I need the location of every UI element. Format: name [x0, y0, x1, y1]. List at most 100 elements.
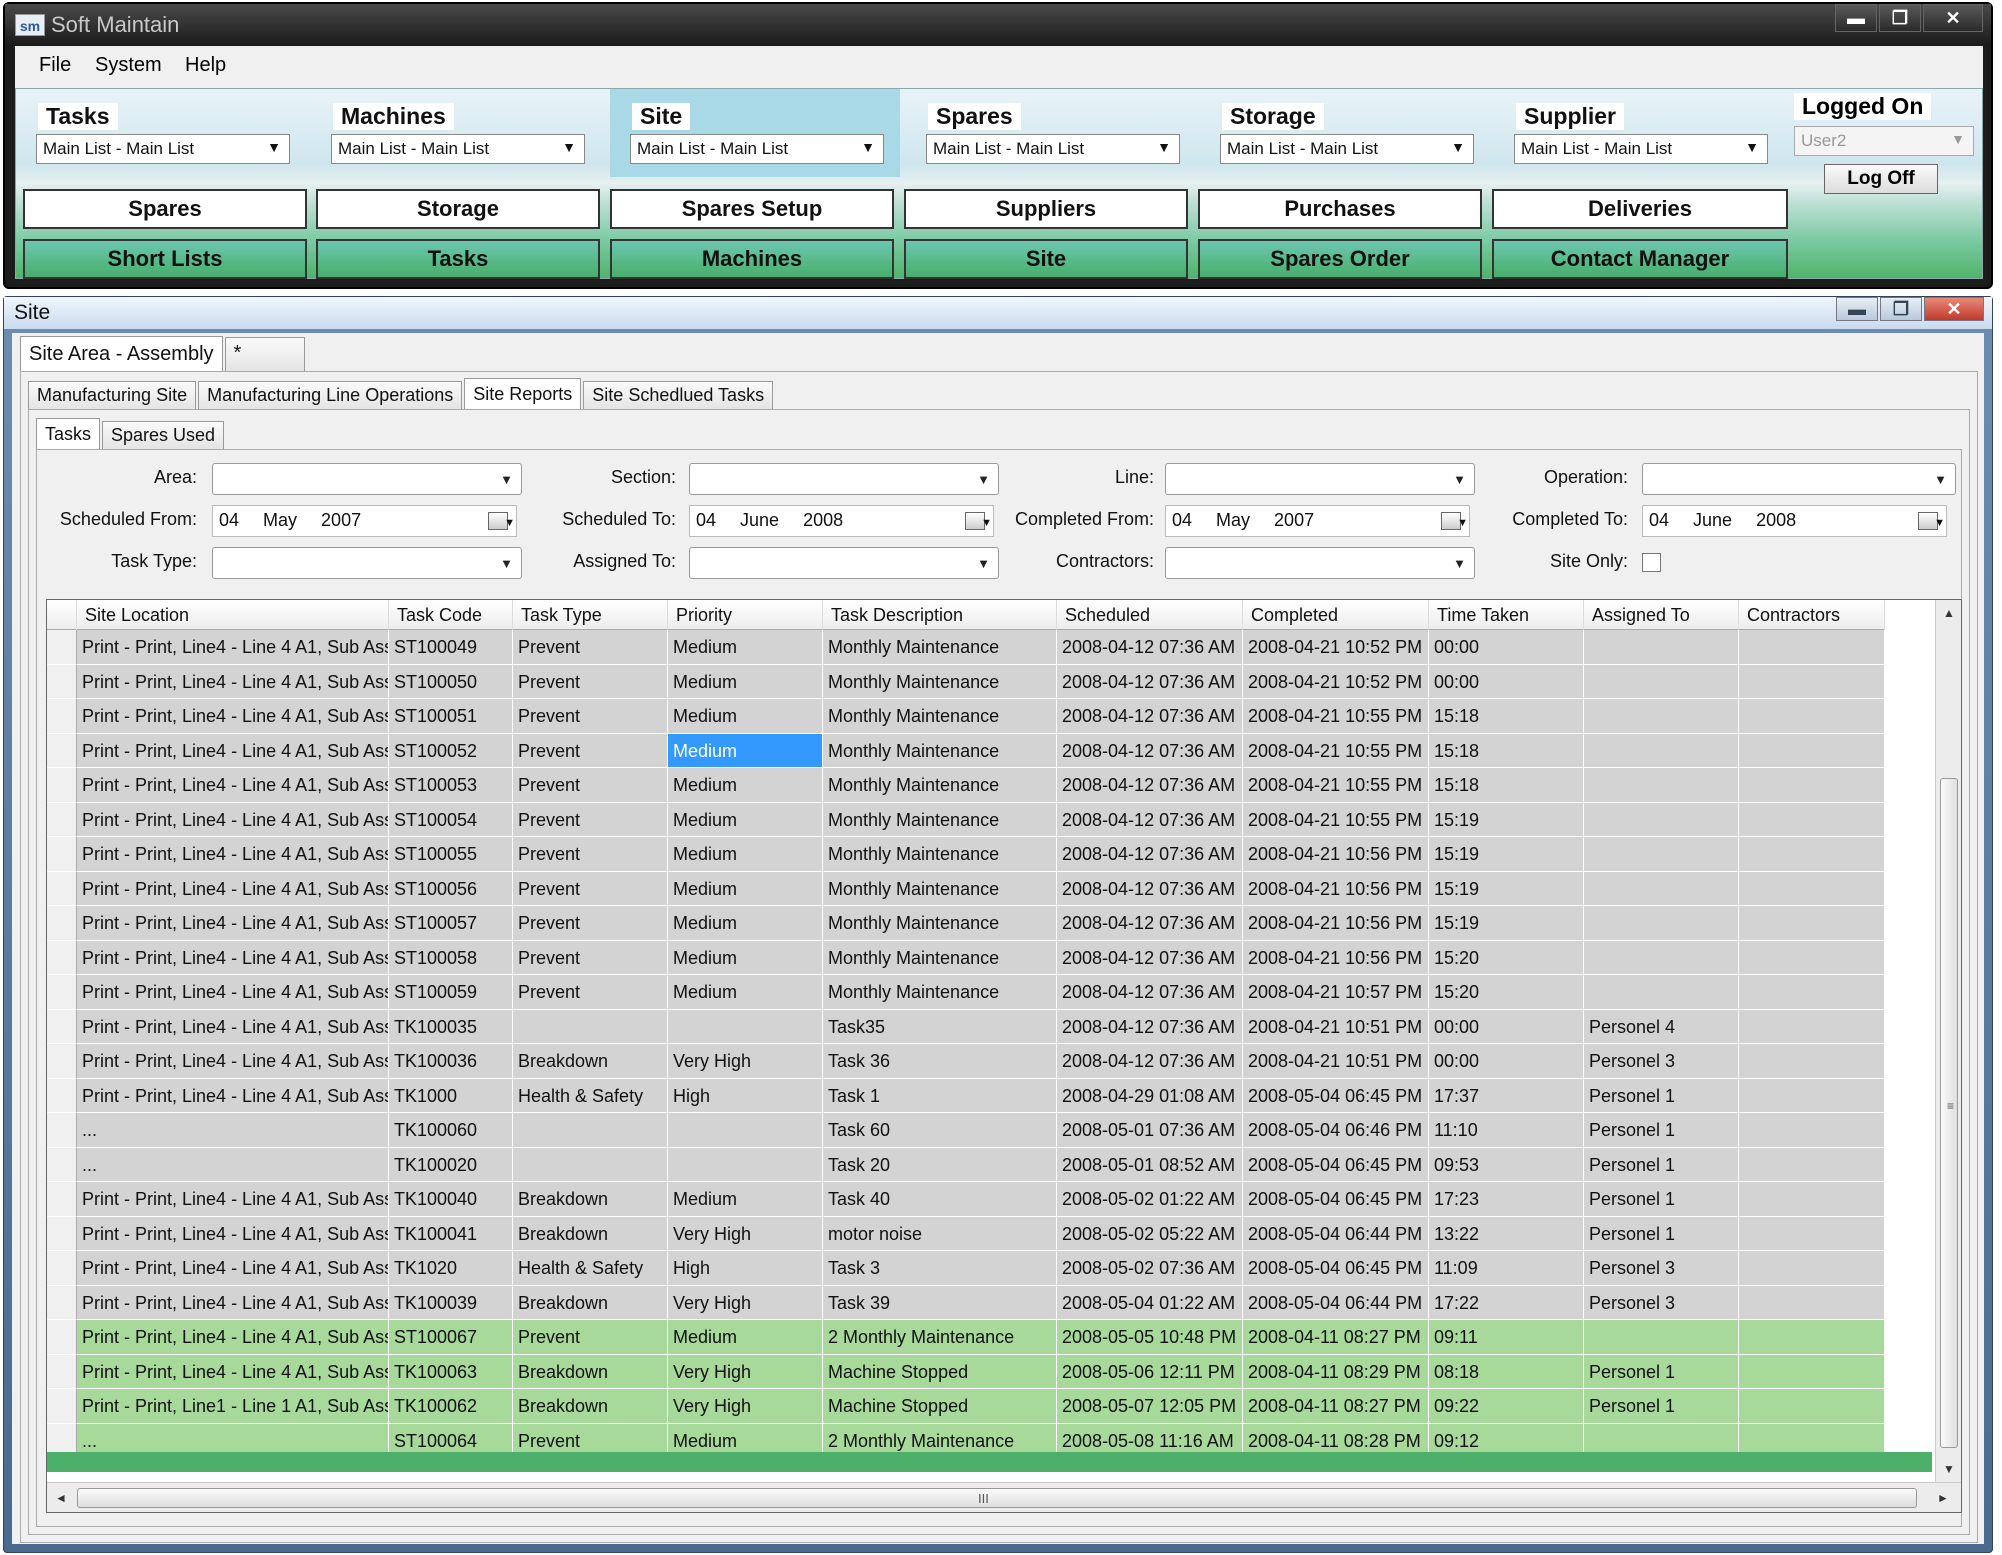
grid-cell[interactable]: Very High	[668, 1354, 823, 1389]
grid-cell[interactable]: 2008-04-12 07:36 AM	[1057, 699, 1243, 734]
grid-cell[interactable]: Prevent	[513, 940, 668, 975]
completed-from-datepicker[interactable]: 04 May 2007 ▼	[1165, 505, 1470, 537]
grid-cell[interactable]: Monthly Maintenance	[823, 768, 1057, 803]
grid-cell[interactable]: Monthly Maintenance	[823, 733, 1057, 768]
grid-cell[interactable]	[1584, 802, 1739, 837]
grid-cell[interactable]: 15:18	[1429, 768, 1584, 803]
grid-cell[interactable]: Medium	[668, 940, 823, 975]
table-row[interactable]: Print - Print, Line4 - Line 4 A1, Sub As…	[47, 699, 1885, 734]
calendar-icon[interactable]: ▼	[1918, 512, 1945, 530]
grid-cell[interactable]: 15:19	[1429, 906, 1584, 941]
grid-cell[interactable]: 2008-04-21 10:56 PM	[1243, 906, 1429, 941]
grid-cell[interactable]: Task 40	[823, 1182, 1057, 1217]
grid-cell[interactable]: 2008-04-21 10:56 PM	[1243, 837, 1429, 872]
grid-cell[interactable]: Machine Stopped	[823, 1354, 1057, 1389]
grid-cell[interactable]: Personel 1	[1584, 1182, 1739, 1217]
grid-cell[interactable]: ST100058	[389, 940, 513, 975]
deliveries-button[interactable]: Deliveries	[1492, 189, 1788, 229]
row-header[interactable]	[47, 1285, 77, 1320]
short-lists-button[interactable]: Short Lists	[23, 239, 307, 279]
grid-cell[interactable]: 09:53	[1429, 1147, 1584, 1182]
grid-cell[interactable]: 2008-04-29 01:08 AM	[1057, 1078, 1243, 1113]
tab-manufacturing-line-operations[interactable]: Manufacturing Line Operations	[198, 381, 463, 409]
row-header[interactable]	[47, 1389, 77, 1424]
scroll-down-icon[interactable]: ▼	[1943, 1462, 1955, 1476]
column-header[interactable]: Time Taken	[1429, 600, 1584, 630]
grid-cell[interactable]	[1584, 768, 1739, 803]
grid-cell[interactable]: Print - Print, Line4 - Line 4 A1, Sub As…	[77, 1044, 389, 1079]
table-row[interactable]: Print - Print, Line4 - Line 4 A1, Sub As…	[47, 1251, 1885, 1286]
table-row[interactable]: Print - Print, Line4 - Line 4 A1, Sub As…	[47, 768, 1885, 803]
calendar-icon[interactable]: ▼	[965, 512, 992, 530]
grid-cell[interactable]: 2008-04-21 10:51 PM	[1243, 1009, 1429, 1044]
grid-cell[interactable]	[1739, 871, 1885, 906]
table-row[interactable]: ... TK100060 Task 60 2008-05-01 07:36 AM 200…	[47, 1113, 1885, 1148]
grid-cell[interactable]: 17:23	[1429, 1182, 1584, 1217]
grid-cell[interactable]: 2008-05-02 05:22 AM	[1057, 1216, 1243, 1251]
grid-cell[interactable]	[1739, 1216, 1885, 1251]
grid-cell[interactable]: 2008-05-04 06:45 PM	[1243, 1147, 1429, 1182]
grid-cell[interactable]: Breakdown	[513, 1044, 668, 1079]
grid-cell[interactable]: 2008-04-12 07:36 AM	[1057, 664, 1243, 699]
spares-order-button[interactable]: Spares Order	[1198, 239, 1482, 279]
site-list-dropdown[interactable]: Main List - Main List ▼	[630, 134, 884, 164]
row-header[interactable]	[47, 871, 77, 906]
grid-cell[interactable]: Monthly Maintenance	[823, 802, 1057, 837]
scheduled-from-datepicker[interactable]: 04 May 2007 ▼	[212, 505, 517, 537]
table-row[interactable]: Print - Print, Line4 - Line 4 A1, Sub As…	[47, 1044, 1885, 1079]
grid-cell[interactable]: High	[668, 1251, 823, 1286]
menu-system[interactable]: System	[95, 54, 162, 77]
grid-cell[interactable]: 2008-05-04 06:46 PM	[1243, 1113, 1429, 1148]
site-maximize-button[interactable]: ❐	[1880, 297, 1922, 321]
grid-cell[interactable]: TK100020	[389, 1147, 513, 1182]
grid-cell[interactable]: 00:00	[1429, 1009, 1584, 1044]
grid-cell[interactable]: Task35	[823, 1009, 1057, 1044]
scheduled-to-datepicker[interactable]: 04 June 2008 ▼	[689, 505, 994, 537]
spares-button[interactable]: Spares	[23, 189, 307, 229]
grid-cell[interactable]: 2008-04-21 10:51 PM	[1243, 1044, 1429, 1079]
grid-cell[interactable]	[668, 1113, 823, 1148]
horizontal-scroll-thumb[interactable]: III	[77, 1488, 1917, 1508]
grid-cell[interactable]: 2008-04-12 07:36 AM	[1057, 733, 1243, 768]
grid-cell[interactable]: Print - Print, Line4 - Line 4 A1, Sub As…	[77, 906, 389, 941]
grid-cell[interactable]: 2008-05-04 01:22 AM	[1057, 1285, 1243, 1320]
row-header[interactable]	[47, 664, 77, 699]
grid-cell[interactable]	[1584, 1320, 1739, 1355]
table-row[interactable]: Print - Print, Line1 - Line 1 A1, Sub As…	[47, 1389, 1885, 1424]
table-row[interactable]: Print - Print, Line4 - Line 4 A1, Sub As…	[47, 1354, 1885, 1389]
tasks-button[interactable]: Tasks	[316, 239, 600, 279]
grid-cell[interactable]: 09:11	[1429, 1320, 1584, 1355]
row-header[interactable]	[47, 699, 77, 734]
grid-cell[interactable]: ST100067	[389, 1320, 513, 1355]
grid-cell[interactable]: Task 39	[823, 1285, 1057, 1320]
grid-cell[interactable]: 2008-04-21 10:55 PM	[1243, 768, 1429, 803]
grid-cell[interactable]: 2008-04-12 07:36 AM	[1057, 802, 1243, 837]
grid-cell[interactable]: Prevent	[513, 837, 668, 872]
grid-cell[interactable]: 2008-04-11 08:27 PM	[1243, 1320, 1429, 1355]
grid-cell[interactable]	[1739, 1182, 1885, 1217]
tab-spares-used[interactable]: Spares Used	[102, 421, 225, 449]
grid-cell[interactable]: Print - Print, Line4 - Line 4 A1, Sub As…	[77, 837, 389, 872]
tab-manufacturing-site[interactable]: Manufacturing Site	[28, 381, 197, 409]
table-row[interactable]: Print - Print, Line4 - Line 4 A1, Sub As…	[47, 1182, 1885, 1217]
site-close-button[interactable]: ✕	[1924, 297, 1984, 321]
grid-cell[interactable]: Monthly Maintenance	[823, 837, 1057, 872]
grid-cell[interactable]	[1739, 664, 1885, 699]
close-button[interactable]: ✕	[1923, 4, 1983, 32]
grid-cell[interactable]: Task 36	[823, 1044, 1057, 1079]
grid-cell[interactable]: 2008-04-12 07:36 AM	[1057, 630, 1243, 665]
column-header[interactable]: Site Location	[77, 600, 389, 630]
column-header[interactable]: Task Type	[513, 600, 668, 630]
grid-cell[interactable]: TK100035	[389, 1009, 513, 1044]
scroll-up-icon[interactable]: ▲	[1943, 606, 1955, 620]
row-header[interactable]	[47, 1320, 77, 1355]
grid-cell[interactable]: TK100036	[389, 1044, 513, 1079]
grid-cell[interactable]: ST100055	[389, 837, 513, 872]
grid-cell[interactable]: 2008-04-21 10:52 PM	[1243, 630, 1429, 665]
grid-cell[interactable]	[668, 1147, 823, 1182]
grid-cell[interactable]: Personel 1	[1584, 1147, 1739, 1182]
grid-cell[interactable]: Print - Print, Line4 - Line 4 A1, Sub As…	[77, 871, 389, 906]
task-type-combo[interactable]: ▼	[212, 547, 522, 579]
grid-cell[interactable]: TK100060	[389, 1113, 513, 1148]
grid-cell[interactable]: Medium	[668, 1182, 823, 1217]
